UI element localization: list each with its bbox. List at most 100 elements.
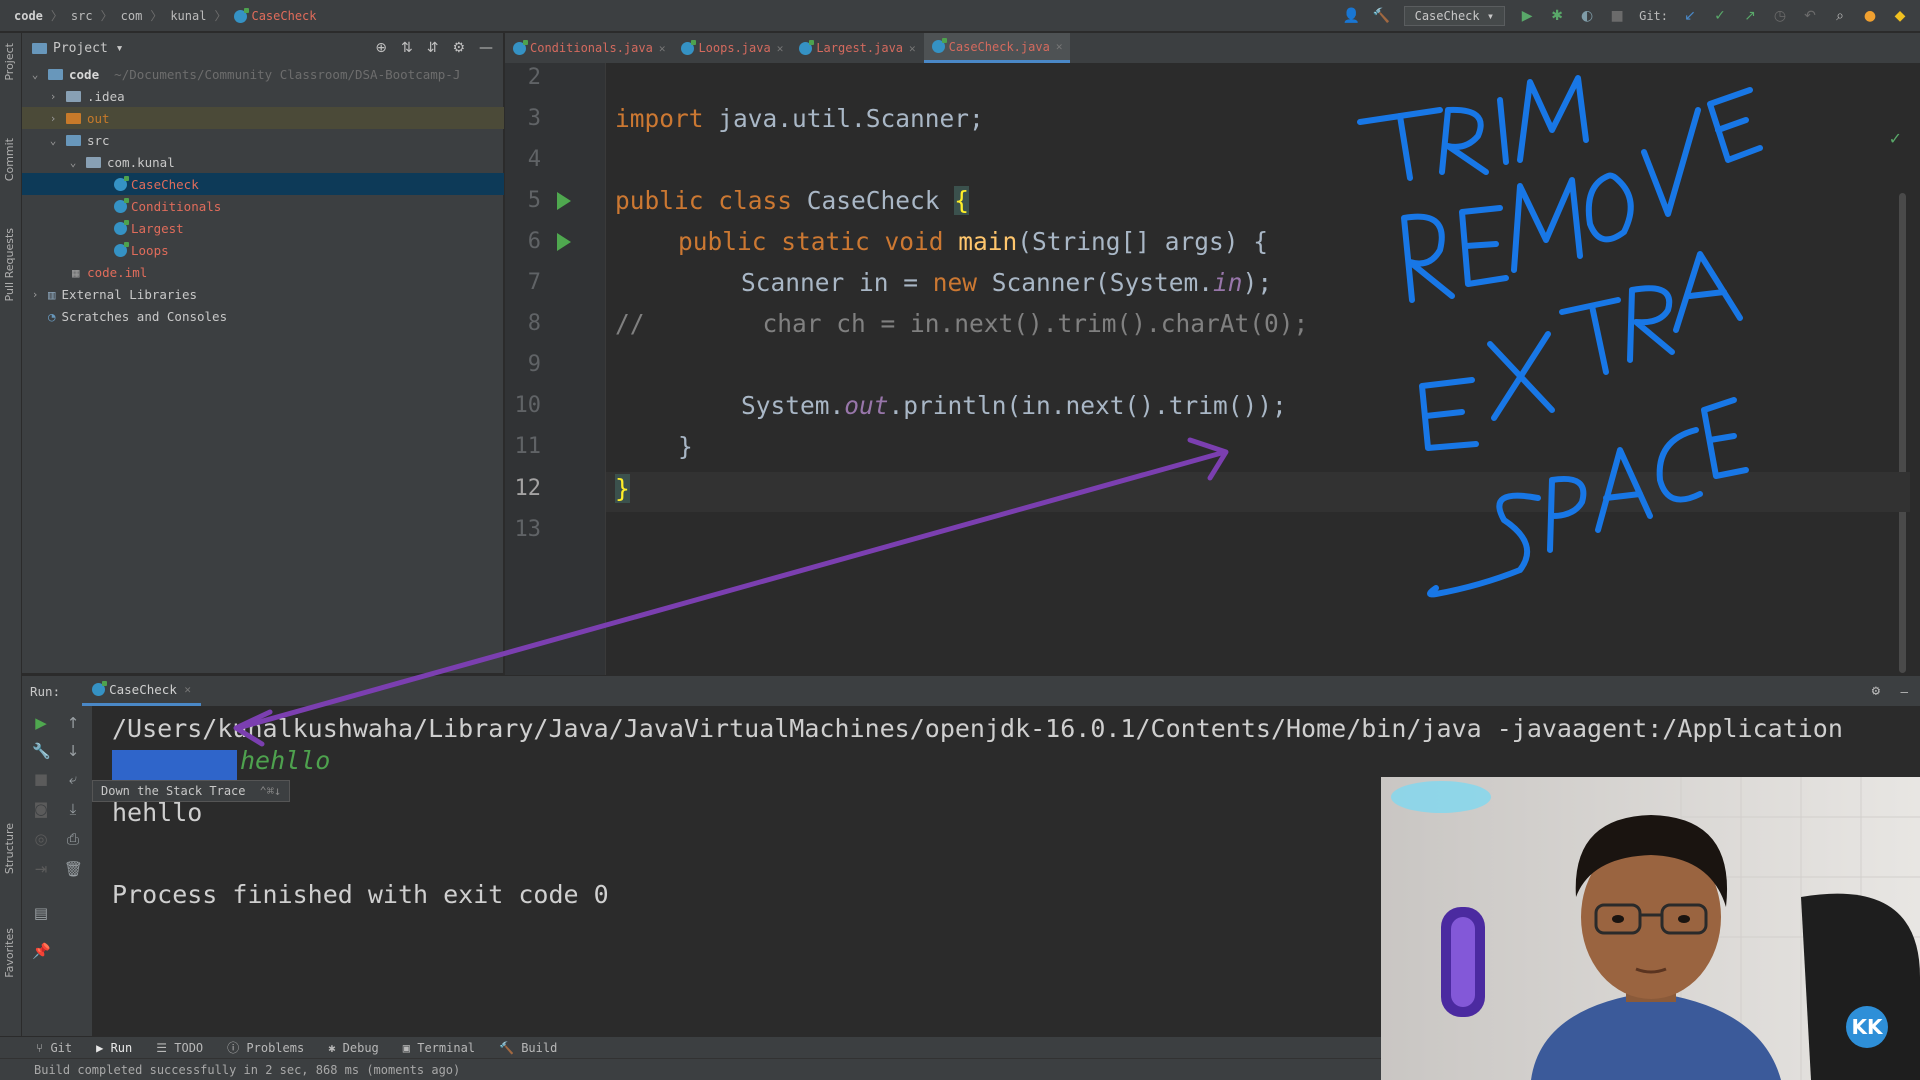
build-tool-button[interactable]: 🔨 Build bbox=[499, 1041, 557, 1055]
settings-gear-icon[interactable]: ⚙ bbox=[1872, 683, 1880, 699]
java-class-icon bbox=[681, 39, 697, 55]
expand-all-icon[interactable]: ⇅ bbox=[401, 40, 413, 56]
tree-item-code-iml[interactable]: ▦ code.iml bbox=[22, 261, 504, 283]
java-class-icon bbox=[92, 681, 108, 696]
line-number: 2 bbox=[527, 65, 541, 90]
exit-icon[interactable]: ⇥ bbox=[32, 860, 50, 878]
breadcrumb-src[interactable]: src bbox=[71, 9, 93, 23]
run-main-icon[interactable] bbox=[557, 233, 571, 251]
favorites-tool-tab[interactable]: Favorites bbox=[3, 928, 16, 978]
down-stack-icon[interactable]: ↓ bbox=[64, 742, 82, 760]
git-update-icon[interactable]: ↙ bbox=[1682, 8, 1698, 24]
status-message: Build completed successfully in 2 sec, 8… bbox=[34, 1062, 461, 1077]
line-number: 11 bbox=[514, 434, 542, 459]
updates-icon[interactable]: ● bbox=[1862, 8, 1878, 24]
chevron-right-icon: › bbox=[49, 111, 57, 125]
project-tool-tab[interactable]: Project bbox=[3, 43, 16, 81]
pull-requests-tool-tab[interactable]: Pull Requests bbox=[3, 228, 16, 301]
tree-item-idea[interactable]: › .idea bbox=[22, 85, 504, 107]
rollback-icon[interactable]: ↶ bbox=[1802, 8, 1818, 24]
run-label: Run: bbox=[30, 683, 61, 699]
current-line-highlight bbox=[606, 472, 1910, 512]
breadcrumb-code[interactable]: code bbox=[14, 9, 43, 23]
breadcrumb-com[interactable]: com bbox=[121, 9, 143, 23]
close-icon[interactable]: ✕ bbox=[659, 42, 666, 55]
structure-tool-tab[interactable]: Structure bbox=[3, 823, 16, 874]
code-line-8-comment: // char ch = in.next().trim().charAt(0); bbox=[615, 309, 1309, 338]
tree-item-casecheck[interactable]: CaseCheck bbox=[22, 173, 504, 195]
git-push-icon[interactable]: ↗ bbox=[1742, 8, 1758, 24]
tab-largest[interactable]: Largest.java ✕ bbox=[791, 33, 923, 63]
chevron-right-icon: › bbox=[49, 89, 57, 103]
tree-item-largest[interactable]: Largest bbox=[22, 217, 504, 239]
search-icon[interactable]: ⌕ bbox=[1832, 8, 1848, 24]
hide-panel-icon[interactable]: — bbox=[479, 40, 493, 56]
close-icon[interactable]: ✕ bbox=[909, 42, 916, 55]
trash-icon[interactable]: 🗑 bbox=[64, 860, 83, 878]
build-hammer-icon[interactable]: 🔨 bbox=[1373, 8, 1390, 24]
locate-icon[interactable]: ⊕ bbox=[375, 40, 387, 56]
code-line-11: } bbox=[678, 432, 693, 461]
tree-item-conditionals[interactable]: Conditionals bbox=[22, 195, 504, 217]
up-stack-icon[interactable]: ↑ bbox=[64, 714, 82, 732]
console-selection bbox=[112, 750, 237, 780]
package-icon bbox=[86, 156, 101, 168]
scroll-to-end-icon[interactable]: ⤓ bbox=[64, 800, 82, 818]
breadcrumb: code 〉 src 〉 com 〉 kunal 〉 CaseCheck bbox=[14, 7, 317, 23]
user-icon[interactable]: 👤 bbox=[1343, 8, 1360, 24]
tree-item-code[interactable]: ⌄ code ~/Documents/Community Classroom/D… bbox=[22, 63, 504, 85]
inspection-ok-icon[interactable]: ✓ bbox=[1889, 129, 1902, 148]
run-tab-casecheck[interactable]: CaseCheck ✕ bbox=[82, 676, 201, 706]
breadcrumb-casecheck[interactable]: CaseCheck bbox=[234, 7, 317, 23]
code-line-7: Scanner in = new Scanner(System.in); bbox=[741, 268, 1273, 297]
run-tool-button[interactable]: ▶ Run bbox=[96, 1041, 132, 1055]
git-tool-button[interactable]: ⑂ Git bbox=[36, 1041, 72, 1055]
tree-item-com-kunal[interactable]: ⌄ com.kunal bbox=[22, 151, 504, 173]
close-icon[interactable]: ✕ bbox=[1056, 40, 1063, 53]
stop-icon[interactable]: ■ bbox=[1609, 8, 1625, 24]
breadcrumb-kunal[interactable]: kunal bbox=[170, 9, 206, 23]
run-panel-header: Run: CaseCheck ✕ ⚙ — bbox=[22, 676, 1920, 706]
console-command-line: /Users/kunalkushwaha/Library/Java/JavaVi… bbox=[112, 714, 1843, 743]
stop-icon[interactable]: ■ bbox=[32, 770, 50, 788]
terminal-tool-button[interactable]: ▣ Terminal bbox=[403, 1041, 475, 1055]
todo-tool-button[interactable]: ☰ TODO bbox=[156, 1041, 203, 1055]
camera-icon[interactable]: ◙ bbox=[32, 800, 50, 818]
tab-conditionals[interactable]: Conditionals.java ✕ bbox=[505, 33, 673, 63]
hide-panel-icon[interactable]: — bbox=[1900, 684, 1908, 699]
run-icon[interactable]: ▶ bbox=[1519, 8, 1535, 24]
tree-item-scratches[interactable]: ◔ Scratches and Consoles bbox=[22, 305, 504, 327]
soft-wrap-icon[interactable]: ⤶ bbox=[64, 770, 82, 788]
pin-icon[interactable]: 📌 bbox=[32, 942, 51, 960]
rerun-icon[interactable]: ▶ bbox=[32, 714, 50, 732]
module-folder-icon bbox=[48, 68, 63, 80]
code-line-6: public static void main(String[] args) { bbox=[678, 227, 1269, 256]
print-icon[interactable]: ⎙ bbox=[64, 830, 82, 848]
settings-gear-icon[interactable]: ⚙ bbox=[452, 40, 465, 56]
jetbrains-logo-icon[interactable]: ◆ bbox=[1892, 8, 1908, 24]
tree-item-out[interactable]: › out bbox=[22, 107, 504, 129]
tree-item-external-libraries[interactable]: › ▥ External Libraries bbox=[22, 283, 504, 305]
tree-item-src[interactable]: ⌄ src bbox=[22, 129, 504, 151]
git-commit-icon[interactable]: ✓ bbox=[1712, 8, 1728, 24]
wrench-icon[interactable]: 🔧 bbox=[32, 742, 51, 760]
layout-icon[interactable]: ▤ bbox=[32, 904, 50, 922]
folder-icon bbox=[66, 90, 81, 102]
tab-casecheck[interactable]: CaseCheck.java ✕ bbox=[923, 33, 1071, 63]
dump-threads-icon[interactable]: ◎ bbox=[32, 830, 50, 848]
commit-tool-tab[interactable]: Commit bbox=[3, 138, 16, 181]
close-icon[interactable]: ✕ bbox=[777, 42, 784, 55]
collapse-all-icon[interactable]: ⇵ bbox=[427, 40, 439, 56]
close-icon[interactable]: ✕ bbox=[184, 683, 191, 696]
debug-tool-button[interactable]: ✱ Debug bbox=[328, 1041, 379, 1055]
run-class-icon[interactable] bbox=[557, 192, 571, 210]
coverage-icon[interactable]: ◐ bbox=[1579, 8, 1595, 24]
run-configuration-select[interactable]: CaseCheck ▾ bbox=[1403, 6, 1506, 26]
debug-icon[interactable]: ✱ bbox=[1549, 8, 1565, 24]
editor-scrollbar[interactable] bbox=[1899, 193, 1906, 673]
history-icon[interactable]: ◷ bbox=[1772, 8, 1788, 24]
tree-item-loops[interactable]: Loops bbox=[22, 239, 504, 261]
tab-loops[interactable]: Loops.java ✕ bbox=[673, 33, 791, 63]
code-editor[interactable]: ✓ bbox=[606, 63, 1910, 675]
problems-tool-button[interactable]: ⓘ Problems bbox=[227, 1039, 304, 1056]
